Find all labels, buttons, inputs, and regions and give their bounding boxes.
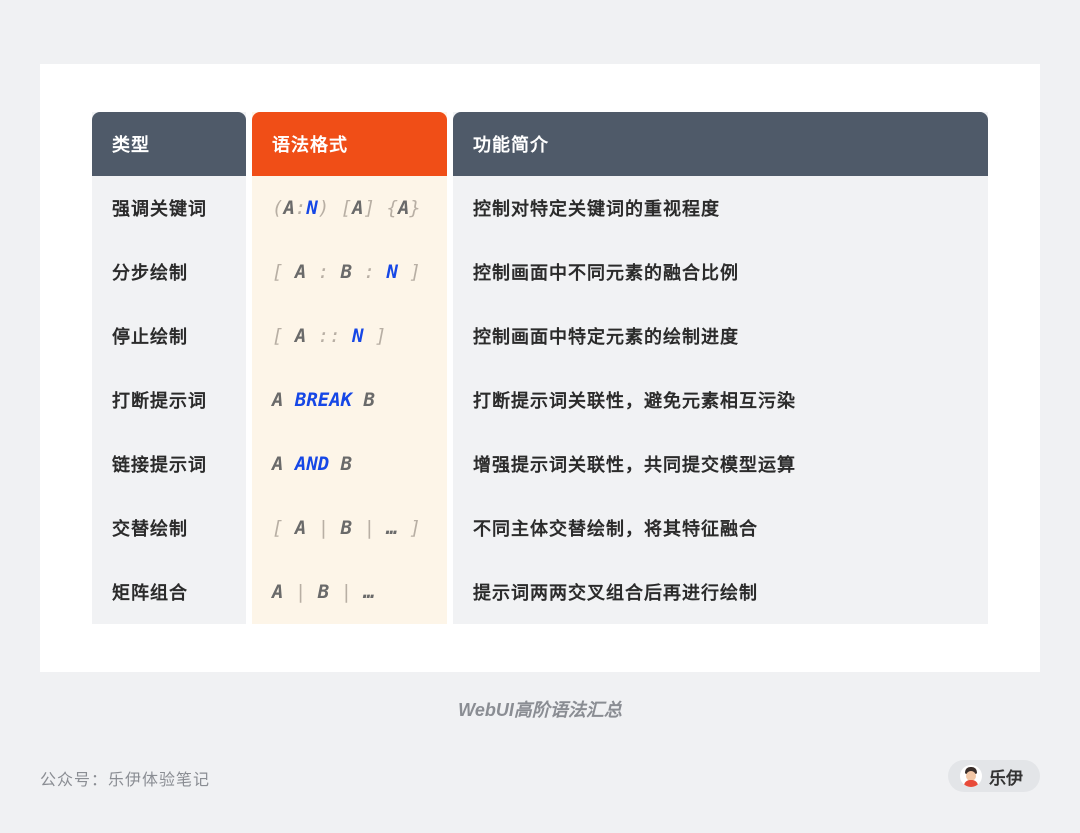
- syntax-token: {: [386, 197, 398, 219]
- syntax-token: [: [272, 325, 295, 347]
- header-syntax: 语法格式: [252, 112, 447, 176]
- syntax-token: ::: [306, 325, 353, 347]
- syntax-token: A: [294, 325, 307, 347]
- syntax-token: …: [363, 581, 376, 603]
- description-cells: 控制对特定关键词的重视程度 控制画面中不同元素的融合比例 控制画面中特定元素的绘制进…: [453, 176, 988, 624]
- column-description: 功能简介 控制对特定关键词的重视程度 控制画面中不同元素的融合比例 控制画面中特定元…: [453, 112, 988, 624]
- syntax-token: A: [272, 581, 284, 603]
- syntax-cell: A BREAK B: [252, 368, 447, 432]
- syntax-token: …: [386, 517, 398, 539]
- syntax-token: |: [283, 581, 318, 603]
- syntax-token: :: [306, 261, 341, 283]
- syntax-table-card: 类型 强调关键词 分步绘制 停止绘制 打断提示词 链接提示词 交替绘制 矩阵组合 语法格式 …: [40, 64, 1040, 672]
- syntax-token: ]: [397, 261, 421, 283]
- syntax-token: }: [409, 197, 421, 219]
- syntax-token: [: [272, 261, 295, 283]
- syntax-token: A: [352, 197, 364, 219]
- description-cell: 提示词两两交叉组合后再进行绘制: [473, 583, 758, 603]
- syntax-token: A: [272, 389, 295, 411]
- type-cell: 停止绘制: [112, 327, 188, 347]
- type-cell: 交替绘制: [112, 519, 188, 539]
- syntax-cells: (A: N) [A] {A}[ A : B : N ][ A :: N ] A BR…: [252, 176, 447, 624]
- author-badge: 乐伊: [948, 760, 1040, 792]
- syntax-token: :: [352, 261, 387, 283]
- avatar: [960, 765, 982, 787]
- syntax-token: ]: [363, 197, 387, 219]
- type-cell: 链接提示词: [112, 455, 207, 475]
- syntax-token: B: [352, 389, 375, 411]
- syntax-token: ): [317, 197, 341, 219]
- syntax-cell: A | B | …: [252, 560, 447, 624]
- type-cell: 打断提示词: [112, 391, 207, 411]
- column-syntax: 语法格式 (A: N) [A] {A}[ A : B : N ][ A :: N …: [252, 112, 447, 624]
- description-cell: 增强提示词关联性，共同提交模型运算: [473, 455, 796, 475]
- syntax-token: :: [294, 197, 307, 219]
- syntax-token: ]: [397, 517, 421, 539]
- figure-caption: WebUI高阶语法汇总: [458, 700, 622, 720]
- description-cell: 控制对特定关键词的重视程度: [473, 199, 720, 219]
- type-cells: 强调关键词分步绘制停止绘制打断提示词链接提示词交替绘制矩阵组合: [92, 176, 246, 624]
- author-name: 乐伊: [989, 768, 1023, 788]
- syntax-token: (: [272, 197, 284, 219]
- syntax-token: A: [294, 261, 307, 283]
- type-cell: 分步绘制: [112, 263, 188, 283]
- type-cell: 矩阵组合: [112, 583, 188, 603]
- syntax-cell: (A: N) [A] {A}: [252, 176, 447, 240]
- syntax-token: A: [283, 197, 295, 219]
- syntax-token: |: [352, 517, 387, 539]
- syntax-token: [: [272, 517, 295, 539]
- syntax-keyword: N: [306, 197, 318, 219]
- syntax-token: A: [397, 197, 410, 219]
- syntax-cell: A AND B: [252, 432, 447, 496]
- account-label: 公众号：乐伊体验笔记: [40, 772, 211, 789]
- type-cell: 强调关键词: [112, 199, 207, 219]
- header-type: 类型: [92, 112, 246, 176]
- syntax-keyword: N: [386, 261, 398, 283]
- syntax-token: ]: [363, 325, 387, 347]
- column-type: 类型 强调关键词分步绘制停止绘制打断提示词链接提示词交替绘制矩阵组合: [92, 112, 246, 624]
- syntax-token: A: [272, 453, 295, 475]
- description-cell: 打断提示词关联性，避免元素相互污染: [473, 391, 796, 411]
- syntax-token: B: [329, 453, 353, 475]
- syntax-token: [: [340, 197, 353, 219]
- syntax-token: |: [306, 517, 341, 539]
- header-description: 功能简介: [453, 112, 988, 176]
- syntax-token: B: [340, 261, 353, 283]
- syntax-cell: [ A : B : N ]: [252, 240, 447, 304]
- description-cell: 控制画面中特定元素的绘制进度: [473, 327, 739, 347]
- syntax-token: B: [317, 581, 330, 603]
- syntax-cell: [ A | B | … ]: [252, 496, 447, 560]
- description-cell: 控制画面中不同元素的融合比例: [473, 263, 739, 283]
- syntax-token: B: [340, 517, 353, 539]
- syntax-keyword: AND: [294, 453, 330, 475]
- syntax-token: A: [294, 517, 307, 539]
- syntax-cell: [ A :: N ]: [252, 304, 447, 368]
- syntax-keyword: N: [352, 325, 364, 347]
- syntax-keyword: BREAK: [294, 389, 353, 411]
- description-cell: 不同主体交替绘制，将其特征融合: [473, 519, 758, 539]
- syntax-token: |: [329, 581, 364, 603]
